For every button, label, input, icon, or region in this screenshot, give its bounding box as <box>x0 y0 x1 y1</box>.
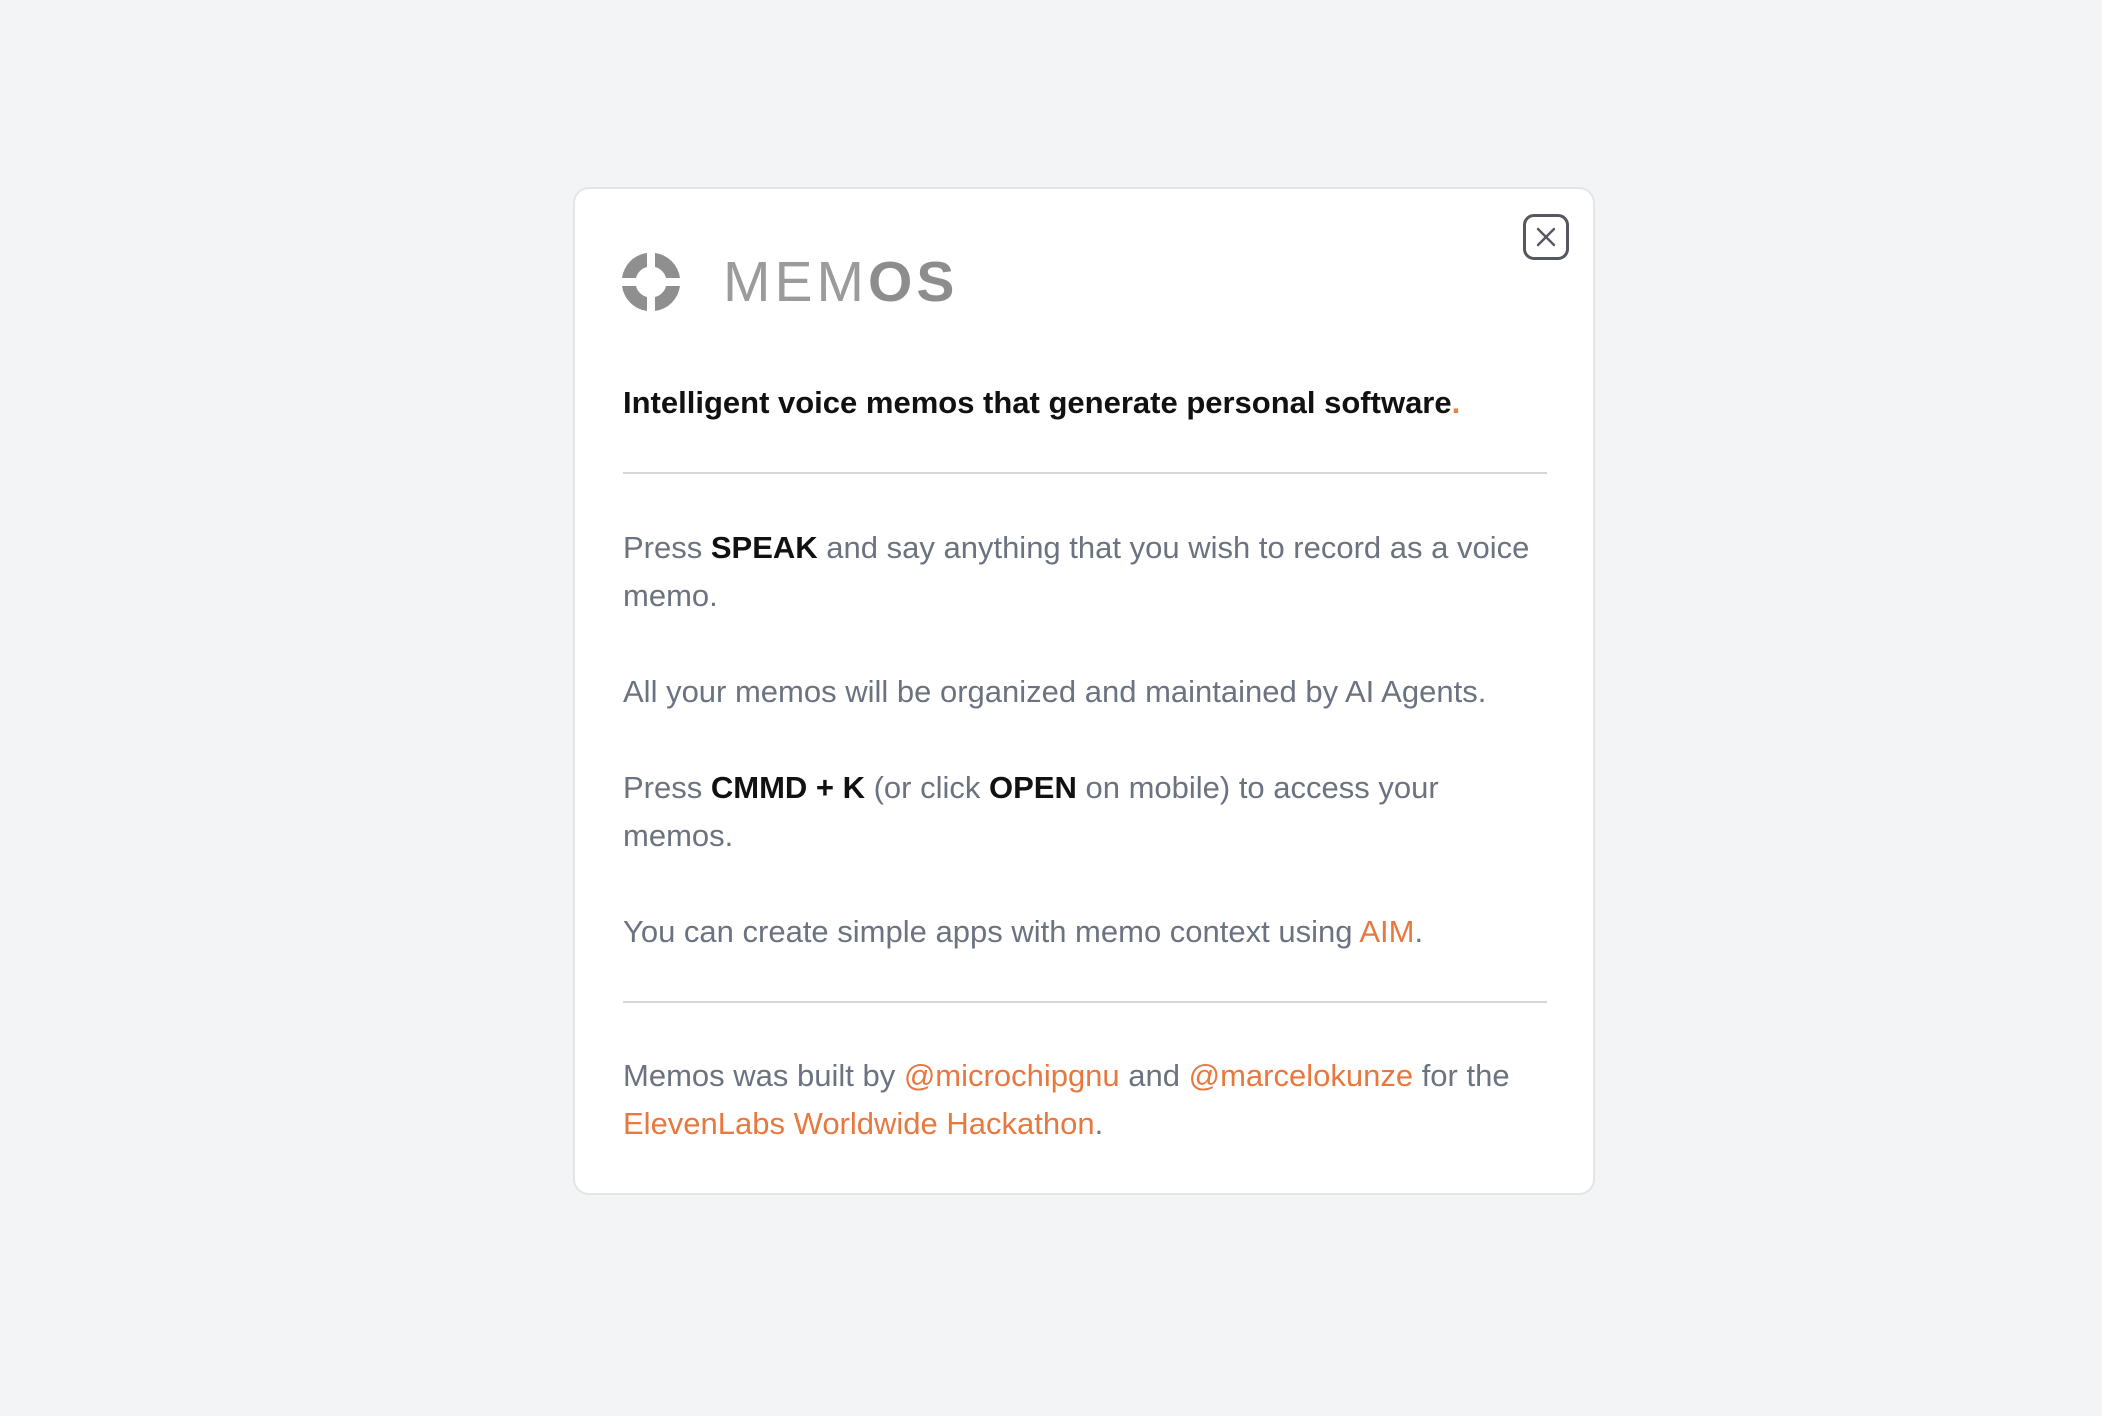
author-link-microchipgnu[interactable]: @microchipgnu <box>904 1058 1120 1093</box>
app-logo-wordmark: MEMOS <box>723 250 959 314</box>
shortcut-keyword: CMMD + K <box>710 770 865 805</box>
close-icon <box>1536 227 1556 247</box>
organize-instruction: All your memos will be organized and mai… <box>623 674 1487 709</box>
about-modal: MEMOS Intelligent voice memos that gener… <box>573 187 1595 1195</box>
credits-text: Memos was built by @microchipgnu and @ma… <box>623 1058 1510 1141</box>
tagline-text: Intelligent voice memos that generate pe… <box>623 385 1452 420</box>
speak-instruction: Press SPEAK and say anything that you wi… <box>623 530 1530 613</box>
aim-instruction: You can create simple apps with memo con… <box>623 914 1424 949</box>
divider-bottom <box>623 1001 1547 1003</box>
open-keyword: OPEN <box>989 770 1077 805</box>
hackathon-link[interactable]: ElevenLabs Worldwide Hackathon <box>623 1106 1095 1141</box>
app-tagline: Intelligent voice memos that generate pe… <box>623 382 1563 424</box>
open-instruction: Press CMMD + K (or click OPEN on mobile)… <box>623 770 1439 853</box>
speak-keyword: SPEAK <box>710 530 818 565</box>
divider-top <box>623 472 1547 474</box>
memos-logo-icon <box>622 253 680 311</box>
author-link-marcelokunze[interactable]: @marcelokunze <box>1189 1058 1413 1093</box>
tagline-accent-dot: . <box>1451 385 1461 420</box>
aim-link[interactable]: AIM <box>1359 914 1414 949</box>
close-button[interactable] <box>1523 214 1569 260</box>
